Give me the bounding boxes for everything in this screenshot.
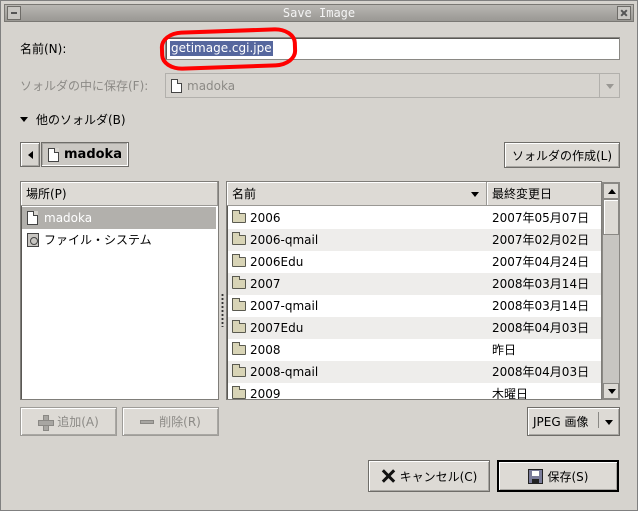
save-in-folder-value: madoka: [187, 79, 236, 93]
cancel-x-icon: [381, 469, 395, 483]
file-type-filter-value: JPEG 画像: [533, 415, 589, 429]
folder-icon: [232, 364, 246, 377]
add-button-label: 追加(A): [57, 415, 99, 429]
add-bookmark-button[interactable]: 追加(A): [20, 407, 117, 436]
file-date: 2008年03月14日: [492, 299, 590, 313]
file-row[interactable]: 2007Edu 2008年04月03日: [228, 317, 601, 339]
file-date: 2008年04月03日: [492, 365, 590, 379]
modified-column-header[interactable]: 最終変更日: [487, 182, 601, 206]
file-date: 2007年04月24日: [492, 255, 590, 269]
save-button[interactable]: 保存(S): [497, 460, 619, 492]
save-image-dialog: Save Image 名前(N): getimage.cgi.jpe ソォルダの…: [0, 0, 638, 511]
file-date: 2008年03月14日: [492, 277, 590, 291]
file-date: 2007年02月02日: [492, 233, 590, 247]
file-name: 2009: [250, 387, 281, 400]
scroll-up-button[interactable]: [603, 183, 619, 199]
modified-column-label: 最終変更日: [492, 187, 553, 201]
plus-icon: [38, 414, 55, 431]
files-pane: 名前 最終変更日 2006 2007年05月07日 2006-qmail 200…: [226, 181, 602, 400]
file-name: 2006-qmail: [250, 233, 319, 247]
file-name: 2007: [250, 277, 281, 291]
create-folder-button[interactable]: ソォルダの作成(L): [504, 142, 620, 168]
arrow-left-icon: [28, 151, 33, 159]
remove-button-label: 削除(R): [159, 415, 201, 429]
path-current-label: madoka: [64, 147, 122, 162]
name-column-header[interactable]: 名前: [227, 182, 487, 206]
file-row[interactable]: 2007 2008年03月14日: [228, 273, 601, 295]
create-folder-label: ソォルダの作成(L): [511, 148, 613, 163]
places-header-label: 場所(P): [26, 187, 67, 201]
save-in-folder-arrow-box: [599, 74, 619, 97]
floppy-disk-icon: [527, 468, 543, 484]
minus-icon: [140, 419, 155, 424]
folder-icon: [232, 320, 246, 333]
save-in-folder-label: ソォルダの中に保存(F):: [20, 79, 149, 93]
folder-icon: [232, 298, 246, 311]
place-item-label: madoka: [44, 211, 93, 225]
file-type-filter-combo[interactable]: JPEG 画像: [527, 407, 620, 436]
file-row[interactable]: 2006-qmail 2007年02月02日: [228, 229, 601, 251]
arrow-up-icon: [608, 189, 616, 194]
places-column-header[interactable]: 場所(P): [21, 182, 218, 206]
red-circle-annotation: [159, 26, 298, 72]
folder-icon: [232, 386, 246, 399]
file-date: 昨日: [492, 343, 517, 357]
file-name: 2008-qmail: [250, 365, 319, 379]
name-label: 名前(N):: [20, 42, 67, 56]
scroll-down-button[interactable]: [603, 383, 619, 399]
file-name: 2008: [250, 343, 281, 357]
combo-separator: [598, 412, 599, 428]
sort-descending-icon: [471, 192, 479, 197]
other-folders-label: 他のソォルダ(B): [36, 113, 126, 127]
chevron-down-icon: [605, 420, 613, 425]
path-back-button[interactable]: [20, 142, 40, 167]
name-column-label: 名前: [232, 187, 257, 201]
scrollbar-thumb[interactable]: [603, 199, 619, 235]
file-row[interactable]: 2008 昨日: [228, 339, 601, 361]
place-item-label: ファイル・システム: [44, 233, 152, 247]
file-name: 2006: [250, 211, 281, 225]
file-date: 2008年04月03日: [492, 321, 590, 335]
file-name: 2007-qmail: [250, 299, 319, 313]
folder-icon: [232, 210, 246, 223]
file-row[interactable]: 2006 2007年05月07日: [228, 207, 601, 229]
file-name: 2007Edu: [250, 321, 304, 335]
save-in-folder-combo[interactable]: madoka: [165, 73, 620, 98]
folder-icon: [232, 342, 246, 355]
title-bar: Save Image: [4, 4, 634, 22]
close-icon[interactable]: [617, 6, 631, 20]
folder-document-icon: [171, 79, 182, 93]
cancel-button-label: キャンセル(C): [399, 469, 478, 484]
other-folders-expander[interactable]: 他のソォルダ(B): [20, 112, 140, 128]
file-date: 2007年05月07日: [492, 211, 590, 225]
folder-icon: [232, 276, 246, 289]
filesystem-drive-icon: [27, 233, 39, 247]
folder-icon: [232, 254, 246, 267]
file-date: 木曜日: [492, 387, 529, 400]
chevron-down-icon: [606, 84, 614, 89]
home-folder-icon: [27, 211, 38, 225]
save-button-label: 保存(S): [547, 469, 589, 484]
places-pane: 場所(P) madoka ファイル・システム: [20, 181, 219, 400]
folder-icon: [232, 232, 246, 245]
window-menu-icon[interactable]: [7, 6, 21, 20]
home-folder-icon: [48, 147, 59, 162]
file-name: 2006Edu: [250, 255, 304, 269]
cancel-button[interactable]: キャンセル(C): [368, 460, 490, 492]
window-title: Save Image: [282, 6, 356, 20]
file-row[interactable]: 2007-qmail 2008年03月14日: [228, 295, 601, 317]
place-item-home[interactable]: madoka: [22, 207, 216, 229]
file-row[interactable]: 2009 木曜日: [228, 383, 601, 400]
place-item-filesystem[interactable]: ファイル・システム: [22, 229, 216, 251]
file-row[interactable]: 2008-qmail 2008年04月03日: [228, 361, 601, 383]
expander-arrow-icon: [20, 117, 28, 122]
files-vertical-scrollbar[interactable]: [602, 182, 620, 400]
pane-resize-handle[interactable]: [221, 293, 224, 327]
remove-bookmark-button[interactable]: 削除(R): [122, 407, 219, 436]
arrow-down-icon: [608, 389, 616, 394]
path-button-madoka[interactable]: madoka: [41, 142, 129, 167]
file-row[interactable]: 2006Edu 2007年04月24日: [228, 251, 601, 273]
